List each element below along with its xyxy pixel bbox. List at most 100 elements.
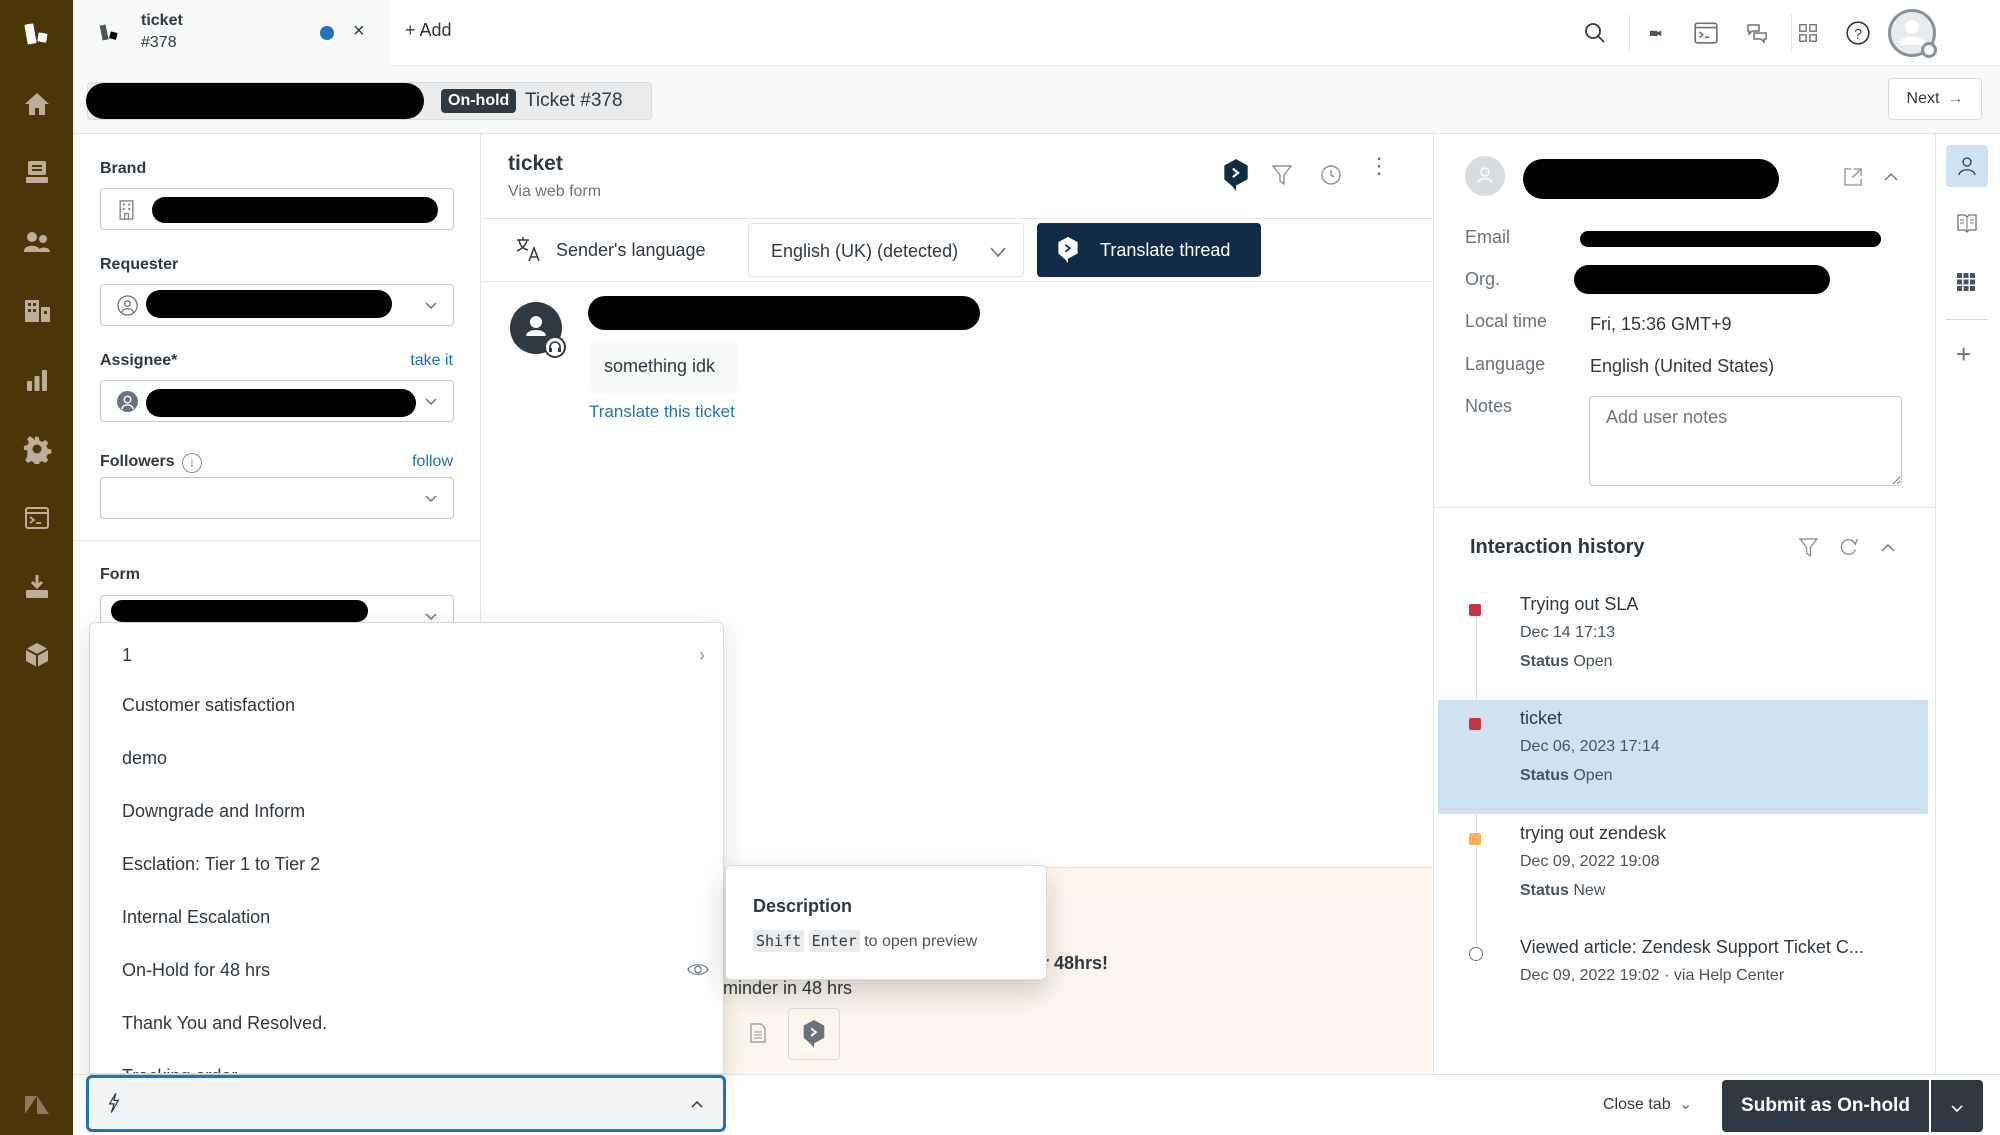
video-icon[interactable] bbox=[1641, 18, 1671, 48]
reporting-icon[interactable] bbox=[0, 360, 73, 400]
add-tab-button[interactable]: + Add bbox=[405, 20, 452, 41]
redacted-requester[interactable] bbox=[86, 83, 424, 119]
redacted-email[interactable] bbox=[1580, 231, 1881, 247]
home-icon[interactable] bbox=[0, 84, 73, 124]
terminal-icon[interactable] bbox=[1691, 18, 1721, 48]
status-indicator bbox=[1921, 42, 1937, 58]
apps-icon[interactable] bbox=[0, 635, 73, 675]
ticket-label[interactable]: Ticket #378 bbox=[525, 90, 623, 112]
more-options-icon[interactable]: ⋮ bbox=[1368, 155, 1390, 177]
history-status: Status Open bbox=[1520, 767, 1613, 785]
add-app-icon[interactable]: + bbox=[1956, 341, 1971, 367]
take-it-link[interactable]: take it bbox=[410, 352, 453, 370]
macro-item[interactable]: Customer satisfaction bbox=[90, 675, 723, 728]
form-label: Form bbox=[100, 566, 140, 583]
follow-link[interactable]: follow bbox=[412, 453, 453, 471]
macro-item-hovered[interactable]: On-Hold for 48 hrs bbox=[90, 940, 723, 993]
ticket-tab[interactable]: ticket #378 × bbox=[73, 0, 391, 66]
profile-avatar[interactable] bbox=[1888, 9, 1937, 58]
history-item[interactable]: trying out zendesk Dec 09, 2022 19:08 St… bbox=[1438, 815, 1928, 927]
followers-field[interactable] bbox=[100, 477, 454, 519]
eye-preview-icon[interactable] bbox=[687, 962, 709, 982]
product-grid-icon[interactable] bbox=[1793, 18, 1823, 48]
document-icon[interactable] bbox=[750, 1023, 766, 1048]
message-body: something idk bbox=[604, 356, 716, 376]
console-icon[interactable] bbox=[0, 498, 73, 538]
deepl-composer-button[interactable] bbox=[788, 1008, 840, 1060]
info-icon[interactable]: i bbox=[182, 453, 202, 473]
redacted-org[interactable] bbox=[1574, 265, 1830, 294]
refresh-icon[interactable] bbox=[1839, 537, 1859, 562]
org-label: Org. bbox=[1465, 269, 1501, 289]
apps-grid-icon[interactable] bbox=[1956, 272, 1976, 297]
language-select[interactable]: English (UK) (detected) bbox=[748, 223, 1024, 277]
deepl-icon[interactable] bbox=[1223, 158, 1249, 197]
assignee-field[interactable] bbox=[100, 380, 454, 422]
submit-button[interactable]: Submit as On-hold bbox=[1722, 1080, 1929, 1132]
filter-icon[interactable] bbox=[1271, 164, 1293, 191]
close-tab-button[interactable]: Close tab ⌄ bbox=[1603, 1094, 1692, 1114]
admin-icon[interactable] bbox=[0, 429, 73, 469]
translate-ticket-link[interactable]: Translate this ticket bbox=[589, 402, 735, 422]
macro-item[interactable]: Esclation: Tier 1 to Tier 2 bbox=[90, 834, 723, 887]
history-date: Dec 09, 2022 19:02 · via Help Center bbox=[1520, 967, 1785, 984]
status-dot-icon bbox=[1469, 833, 1481, 845]
macro-item-label: On-Hold for 48 hrs bbox=[122, 960, 271, 980]
submit-options-button[interactable] bbox=[1931, 1080, 1983, 1132]
translate-thread-button[interactable]: Translate thread bbox=[1037, 223, 1261, 277]
agent-avatar[interactable] bbox=[510, 302, 566, 358]
search-icon[interactable] bbox=[1580, 18, 1610, 48]
history-icon[interactable] bbox=[1320, 164, 1342, 191]
sender-language-label: Sender's language bbox=[556, 240, 706, 260]
requester-field[interactable] bbox=[100, 284, 454, 326]
local-time-value: Fri, 15:36 GMT+9 bbox=[1590, 314, 1732, 334]
chevron-down-icon bbox=[990, 247, 1006, 258]
lightning-icon bbox=[107, 1092, 121, 1119]
history-item[interactable]: Trying out SLA Dec 14 17:13 Status Open bbox=[1438, 586, 1928, 698]
brand-field[interactable] bbox=[100, 188, 454, 230]
filter-icon[interactable] bbox=[1798, 537, 1819, 563]
ticket-channel: Via web form bbox=[508, 183, 602, 200]
macro-item[interactable]: 1 › bbox=[90, 625, 723, 675]
user-notes-input[interactable] bbox=[1589, 396, 1902, 486]
chevron-up-icon[interactable] bbox=[1880, 540, 1896, 561]
next-button[interactable]: Next → bbox=[1888, 78, 1982, 120]
divider bbox=[1946, 319, 1988, 320]
plus-icon: + bbox=[405, 20, 416, 40]
customers-icon[interactable] bbox=[0, 222, 73, 262]
chevron-up-icon[interactable] bbox=[689, 1096, 705, 1117]
add-tab-label: Add bbox=[419, 20, 452, 40]
zendesk-logo-icon[interactable] bbox=[0, 14, 73, 54]
customer-context-icon[interactable] bbox=[1946, 145, 1988, 187]
organizations-icon[interactable] bbox=[0, 291, 73, 331]
macro-item[interactable]: Thank You and Resolved. bbox=[90, 993, 723, 1046]
import-icon[interactable] bbox=[0, 567, 73, 607]
redacted-brand bbox=[152, 197, 438, 223]
macro-item[interactable]: Tracking order bbox=[90, 1046, 723, 1073]
macro-item[interactable]: Downgrade and Inform bbox=[90, 781, 723, 834]
close-tab-icon[interactable]: × bbox=[353, 20, 365, 43]
help-icon[interactable]: ? bbox=[1843, 18, 1873, 48]
macro-item[interactable]: Internal Escalation bbox=[90, 887, 723, 940]
history-item-selected[interactable]: ticket Dec 06, 2023 17:14 Status Open bbox=[1438, 700, 1928, 814]
macro-item[interactable]: demo bbox=[90, 728, 723, 781]
conversations-icon[interactable] bbox=[1742, 18, 1772, 48]
chevron-up-icon[interactable] bbox=[1883, 169, 1899, 190]
history-title: ticket bbox=[1520, 708, 1563, 728]
views-icon[interactable] bbox=[0, 152, 73, 192]
open-external-icon[interactable] bbox=[1843, 167, 1863, 192]
deepl-icon bbox=[803, 1019, 825, 1049]
message-bubble: something idk bbox=[588, 341, 740, 393]
history-item[interactable]: Viewed article: Zendesk Support Ticket C… bbox=[1438, 929, 1928, 1041]
status-value: New bbox=[1573, 882, 1606, 899]
status-value: Open bbox=[1573, 767, 1613, 784]
status-badge: On-hold bbox=[441, 89, 517, 113]
history-date: Dec 09, 2022 19:08 bbox=[1520, 853, 1660, 870]
macro-item-label: demo bbox=[122, 748, 168, 768]
apply-macro-input[interactable] bbox=[86, 1075, 726, 1132]
knowledge-icon[interactable] bbox=[1956, 212, 1978, 239]
divider bbox=[1434, 507, 1937, 508]
composer-macro-title: r 48hrs! bbox=[1042, 953, 1109, 973]
macro-description-tooltip: Description Shift Enter to open preview bbox=[725, 865, 1047, 980]
redacted-requester-name bbox=[146, 290, 392, 318]
